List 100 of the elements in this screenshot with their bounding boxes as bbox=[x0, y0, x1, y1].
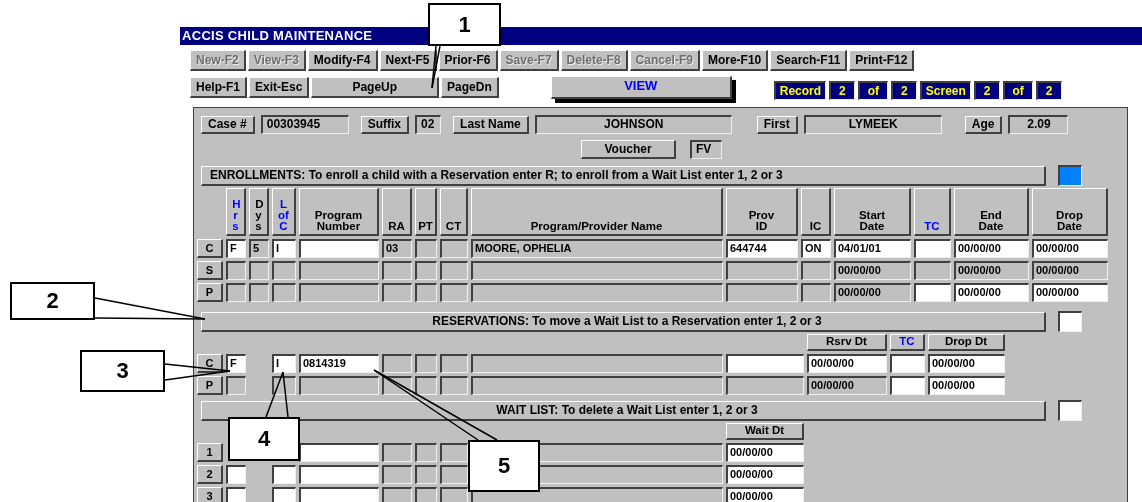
toolbar-button[interactable]: Help-F1 bbox=[190, 77, 247, 98]
entry-field[interactable] bbox=[1058, 400, 1082, 421]
input-field[interactable]: 5 bbox=[249, 239, 269, 258]
input-field[interactable]: F bbox=[226, 354, 246, 373]
input-field[interactable] bbox=[471, 261, 723, 280]
toolbar-button[interactable]: Print-F12 bbox=[849, 50, 915, 71]
input-field[interactable]: 00/00/00 bbox=[928, 376, 1005, 395]
text-field[interactable]: 2.09 bbox=[1008, 115, 1069, 134]
input-field[interactable]: 0814319 bbox=[299, 354, 379, 373]
input-field[interactable] bbox=[415, 487, 437, 502]
entry-field[interactable] bbox=[1058, 165, 1082, 186]
input-field[interactable] bbox=[440, 487, 468, 502]
input-field[interactable] bbox=[415, 354, 437, 373]
input-field[interactable]: ON bbox=[801, 239, 831, 258]
input-field[interactable] bbox=[415, 465, 437, 484]
input-field[interactable] bbox=[440, 465, 468, 484]
toolbar-button[interactable]: More-F10 bbox=[701, 50, 769, 71]
input-field[interactable]: 00/00/00 bbox=[1032, 261, 1108, 280]
toolbar-button[interactable]: Exit-Esc bbox=[249, 77, 310, 98]
toolbar-button[interactable]: Prior-F6 bbox=[438, 50, 498, 71]
input-field[interactable]: I bbox=[272, 354, 296, 373]
input-field[interactable] bbox=[382, 465, 412, 484]
input-field[interactable]: 00/00/00 bbox=[807, 354, 887, 373]
input-field[interactable] bbox=[890, 376, 925, 395]
toolbar-button[interactable]: Search-F11 bbox=[770, 50, 848, 71]
input-field[interactable] bbox=[914, 239, 951, 258]
input-field[interactable] bbox=[299, 261, 379, 280]
input-field[interactable]: 04/01/01 bbox=[834, 239, 911, 258]
row-button[interactable]: P bbox=[197, 283, 223, 302]
input-field[interactable] bbox=[299, 465, 379, 484]
input-field[interactable]: 644744 bbox=[726, 239, 798, 258]
input-field[interactable] bbox=[726, 354, 804, 373]
row-button[interactable]: 2 bbox=[197, 465, 223, 484]
input-field[interactable]: 00/00/00 bbox=[1032, 239, 1108, 258]
input-field[interactable] bbox=[382, 283, 412, 302]
input-field[interactable] bbox=[272, 487, 296, 502]
input-field[interactable]: 00/00/00 bbox=[954, 239, 1029, 258]
input-field[interactable]: F bbox=[226, 239, 246, 258]
input-field[interactable] bbox=[272, 283, 296, 302]
input-field[interactable] bbox=[440, 354, 468, 373]
toolbar-button[interactable]: Modify-F4 bbox=[307, 50, 378, 71]
input-field[interactable] bbox=[382, 261, 412, 280]
row-button[interactable]: 3 bbox=[197, 487, 223, 502]
voucher-button[interactable]: Voucher bbox=[581, 140, 676, 159]
input-field[interactable] bbox=[272, 261, 296, 280]
input-field[interactable] bbox=[914, 283, 951, 302]
input-field[interactable] bbox=[440, 283, 468, 302]
input-field[interactable] bbox=[726, 261, 798, 280]
toolbar-button[interactable]: PageUp bbox=[311, 77, 440, 98]
input-field[interactable] bbox=[382, 487, 412, 502]
input-field[interactable] bbox=[471, 354, 723, 373]
input-field[interactable] bbox=[440, 239, 468, 258]
input-field[interactable] bbox=[226, 261, 246, 280]
input-field[interactable] bbox=[226, 283, 246, 302]
row-button[interactable]: 1 bbox=[197, 443, 223, 462]
input-field[interactable] bbox=[299, 283, 379, 302]
input-field[interactable] bbox=[415, 443, 437, 462]
input-field[interactable]: 00/00/00 bbox=[954, 261, 1029, 280]
input-field[interactable] bbox=[440, 376, 468, 395]
input-field[interactable]: 00/00/00 bbox=[834, 261, 911, 280]
input-field[interactable]: 00/00/00 bbox=[726, 465, 804, 484]
input-field[interactable] bbox=[299, 443, 379, 462]
input-field[interactable] bbox=[226, 487, 246, 502]
entry-field[interactable] bbox=[1058, 311, 1082, 332]
input-field[interactable] bbox=[249, 261, 269, 280]
input-field[interactable]: 03 bbox=[382, 239, 412, 258]
input-field[interactable]: 00/00/00 bbox=[954, 283, 1029, 302]
input-field[interactable] bbox=[299, 487, 379, 502]
input-field[interactable] bbox=[299, 376, 379, 395]
text-field[interactable]: JOHNSON bbox=[534, 115, 732, 134]
text-field[interactable]: FV bbox=[690, 140, 722, 159]
input-field[interactable] bbox=[415, 239, 437, 258]
input-field[interactable] bbox=[471, 376, 723, 395]
input-field[interactable] bbox=[299, 239, 379, 258]
input-field[interactable] bbox=[726, 283, 798, 302]
input-field[interactable] bbox=[382, 443, 412, 462]
row-button[interactable]: C bbox=[197, 239, 223, 258]
input-field[interactable] bbox=[890, 354, 925, 373]
input-field[interactable]: MOORE, OPHELIA bbox=[471, 239, 723, 258]
input-field[interactable] bbox=[726, 376, 804, 395]
input-field[interactable]: 00/00/00 bbox=[834, 283, 911, 302]
input-field[interactable] bbox=[415, 261, 437, 280]
toolbar-button[interactable]: Next-F5 bbox=[379, 50, 437, 71]
input-field[interactable] bbox=[249, 283, 269, 302]
input-field[interactable] bbox=[415, 283, 437, 302]
toolbar-button[interactable]: PageDn bbox=[441, 77, 499, 98]
input-field[interactable] bbox=[914, 261, 951, 280]
input-field[interactable] bbox=[440, 261, 468, 280]
input-field[interactable]: 00/00/00 bbox=[726, 443, 804, 462]
row-button[interactable]: P bbox=[197, 376, 223, 395]
input-field[interactable] bbox=[415, 376, 437, 395]
input-field[interactable] bbox=[440, 443, 468, 462]
input-field[interactable]: 00/00/00 bbox=[726, 487, 804, 502]
input-field[interactable]: 00/00/00 bbox=[1032, 283, 1108, 302]
input-field[interactable]: I bbox=[272, 239, 296, 258]
text-field[interactable]: 02 bbox=[415, 115, 442, 134]
input-field[interactable] bbox=[226, 465, 246, 484]
row-button[interactable]: S bbox=[197, 261, 223, 280]
input-field[interactable] bbox=[382, 354, 412, 373]
input-field[interactable] bbox=[801, 261, 831, 280]
